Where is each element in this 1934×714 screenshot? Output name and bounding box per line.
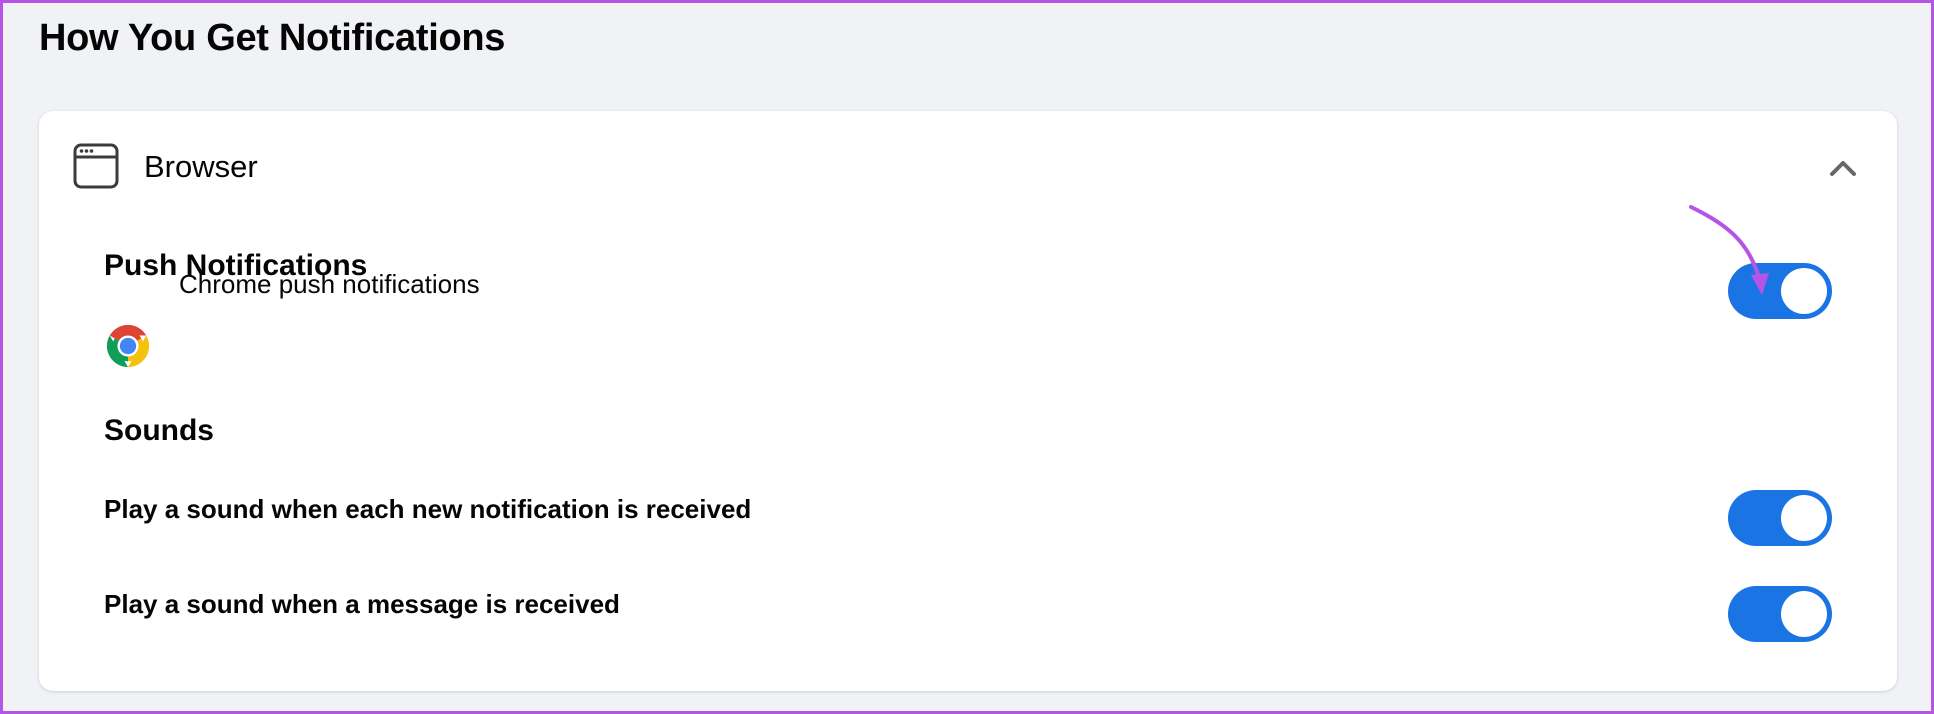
notification-sound-label: Play a sound when each new notification … xyxy=(104,494,752,524)
sounds-heading: Sounds xyxy=(104,414,214,447)
page-frame: How You Get Notifications Browser Push N… xyxy=(0,0,1934,714)
browser-settings-card: Browser Push Notifications Chrome push n… xyxy=(39,111,1897,691)
toggle-knob xyxy=(1781,268,1827,314)
browser-section-header[interactable]: Browser xyxy=(39,111,1897,231)
browser-section-title: Browser xyxy=(144,149,258,184)
toggle-knob xyxy=(1781,495,1827,541)
toggle-knob xyxy=(1781,591,1827,637)
message-sound-label: Play a sound when a message is received xyxy=(104,589,620,619)
annotation-arrow-icon xyxy=(1689,205,1769,295)
chrome-push-label: Chrome push notifications xyxy=(179,269,480,299)
page-title: How You Get Notifications xyxy=(39,17,506,59)
chrome-icon xyxy=(106,324,150,368)
browser-window-icon xyxy=(73,143,119,189)
message-sound-toggle[interactable] xyxy=(1728,586,1832,642)
chevron-up-icon[interactable] xyxy=(1829,159,1857,177)
notification-sound-toggle[interactable] xyxy=(1728,490,1832,546)
